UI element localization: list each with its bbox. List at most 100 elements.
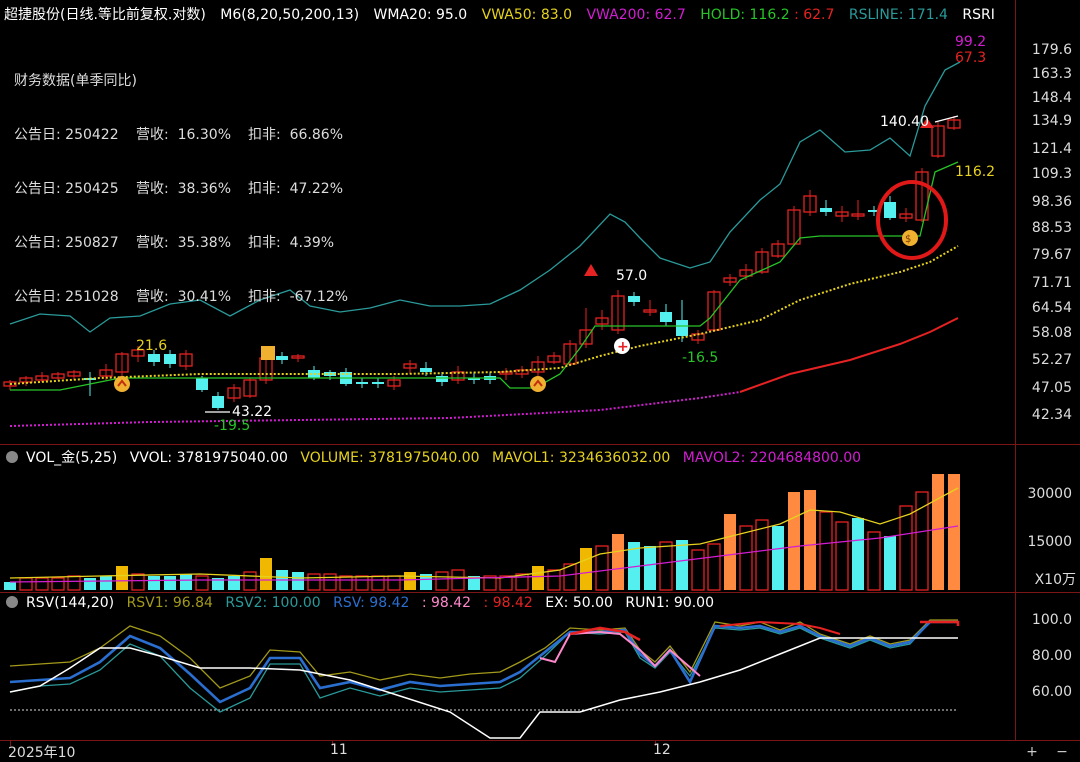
- box-icon: [261, 346, 275, 360]
- volume-bar: [228, 576, 240, 590]
- volume-name: VOL_金(5,25): [26, 450, 118, 466]
- rsv-value: RSV: 98.42: [333, 595, 410, 611]
- volume-bar: [691, 549, 705, 591]
- volume-bar: [195, 575, 209, 591]
- volume-bar: [67, 575, 81, 591]
- rsv-header: RSV(144,20) RSV1: 96.84 RSV2: 100.00 RSV…: [6, 595, 722, 611]
- volume-bar: [580, 548, 592, 590]
- zoom-in-button[interactable]: +: [1022, 744, 1042, 760]
- financial-row: 公告日: 251028 营收: 30.41% 扣非: -67.12%: [14, 289, 349, 305]
- zoom-out-button[interactable]: −: [1052, 744, 1072, 760]
- volume-bar: [676, 540, 688, 590]
- vwa50-value: VWA50: 83.0: [481, 7, 573, 23]
- ma-name: M6(8,20,50,200,13): [220, 7, 360, 23]
- volume-bar: [100, 576, 112, 590]
- price-tick: 47.05: [1031, 380, 1072, 396]
- volume-bar: [371, 575, 385, 591]
- price-panel[interactable]: + $99.2 67.3 140.40 116.2 57.0 21.6 43.22 -19.5-…: [0, 0, 1015, 444]
- volume-tick: 30000: [1027, 486, 1072, 502]
- volume-bar: [755, 519, 769, 591]
- top-value-1: 99.2: [955, 34, 986, 50]
- volume-bar: [307, 573, 321, 591]
- volume-bar: [355, 575, 369, 591]
- financial-title: 财务数据(单季同比): [14, 73, 137, 89]
- volume-panel[interactable]: VOL_金(5,25) VVOL: 3781975040.00 VOLUME: …: [0, 444, 1015, 592]
- volume-header: VOL_金(5,25) VVOL: 3781975040.00 VOLUME: …: [6, 447, 869, 467]
- rsv1-value: RSV1: 96.84: [126, 595, 213, 611]
- rsv-chart[interactable]: [0, 592, 1015, 740]
- volume-bar: [724, 514, 736, 590]
- volume-value: VOLUME: 3781975040.00: [300, 450, 480, 466]
- volume-bar: [788, 492, 800, 590]
- price-tick: 98.36: [1031, 194, 1072, 210]
- price-tick: 71.71: [1031, 275, 1072, 291]
- vwa200-line: [9, 391, 741, 427]
- volume-bar: [243, 571, 257, 591]
- rsv2-line: [9, 621, 958, 713]
- volume-bar: [915, 491, 929, 591]
- volume-bar: [387, 575, 401, 591]
- rsv2-value: RSV2: 100.00: [225, 595, 321, 611]
- volume-bar: [948, 474, 960, 590]
- volume-bar: [659, 541, 673, 591]
- value-label: -19.5: [214, 418, 250, 434]
- signal-icon: [114, 376, 130, 392]
- stock-title: 超捷股份(日线.等比前复权.对数): [4, 7, 206, 23]
- volume-bar: [852, 518, 864, 590]
- volume-bar: [884, 536, 896, 590]
- candle-body: [164, 354, 176, 364]
- volume-bar: [435, 571, 449, 591]
- candle-body: [820, 208, 832, 212]
- volume-bar: [451, 569, 465, 591]
- rsv-panel[interactable]: RSV(144,20) RSV1: 96.84 RSV2: 100.00 RSV…: [0, 592, 1015, 740]
- highlight-circle: [876, 180, 948, 260]
- plus-icon: +: [617, 339, 629, 355]
- candle-body: [676, 320, 688, 336]
- price-tick: 134.9: [1031, 113, 1072, 129]
- run1-value: RUN1: 90.00: [625, 595, 714, 611]
- candle-body: [148, 354, 160, 362]
- volume-bar: [4, 582, 16, 590]
- price-tick: 52.27: [1031, 352, 1072, 368]
- rsv-tick: 80.00: [1031, 648, 1072, 664]
- volume-axis: 30000 15000 X10万: [1016, 444, 1080, 592]
- date-label: 11: [330, 742, 348, 758]
- volume-bar: [292, 572, 304, 590]
- candle-body: [356, 382, 368, 384]
- date-label: 12: [653, 742, 671, 758]
- rsline-value: RSLINE: 171.4: [848, 7, 948, 23]
- price-tick: 109.3: [1031, 166, 1072, 182]
- price-tick: 121.4: [1031, 141, 1072, 157]
- rsv-axis: 100.0 80.00 60.00: [1016, 592, 1080, 740]
- volume-bar: [404, 572, 416, 590]
- volume-bar: [835, 521, 849, 591]
- candle-body: [884, 202, 896, 218]
- high-label: 140.40: [880, 114, 929, 130]
- rsv-settings-icon[interactable]: [6, 596, 18, 608]
- volume-bar: [84, 578, 96, 590]
- rsv-tick: 100.0: [1031, 612, 1072, 628]
- price-tick: 88.53: [1031, 220, 1072, 236]
- red-line-value: : 62.7: [794, 7, 835, 23]
- volume-bar: [739, 525, 753, 591]
- volume-bar: [19, 577, 33, 591]
- price-axis: 179.6 163.3 148.4 134.9 121.4 109.3 98.36 88.53…: [1016, 0, 1080, 444]
- volume-bar: [612, 534, 624, 590]
- volume-bar: [532, 566, 544, 590]
- volume-bar: [148, 576, 160, 590]
- volume-bar: [932, 474, 944, 590]
- candle-body: [372, 382, 384, 384]
- volume-settings-icon[interactable]: [6, 451, 18, 463]
- money-bag-icon: $: [905, 234, 911, 245]
- volume-bar: [260, 558, 272, 590]
- value-label: -16.5: [682, 350, 718, 366]
- volume-bar: [323, 573, 337, 591]
- vwa200-value: VWA200: 62.7: [586, 7, 686, 23]
- volume-bar: [116, 566, 128, 590]
- volume-bar: [51, 577, 65, 591]
- volume-bar: [819, 511, 833, 591]
- rsri-label: RSRI: [962, 7, 995, 23]
- volume-bar: [644, 546, 656, 590]
- peak-label: 57.0: [616, 268, 647, 284]
- candle-body: [436, 376, 448, 382]
